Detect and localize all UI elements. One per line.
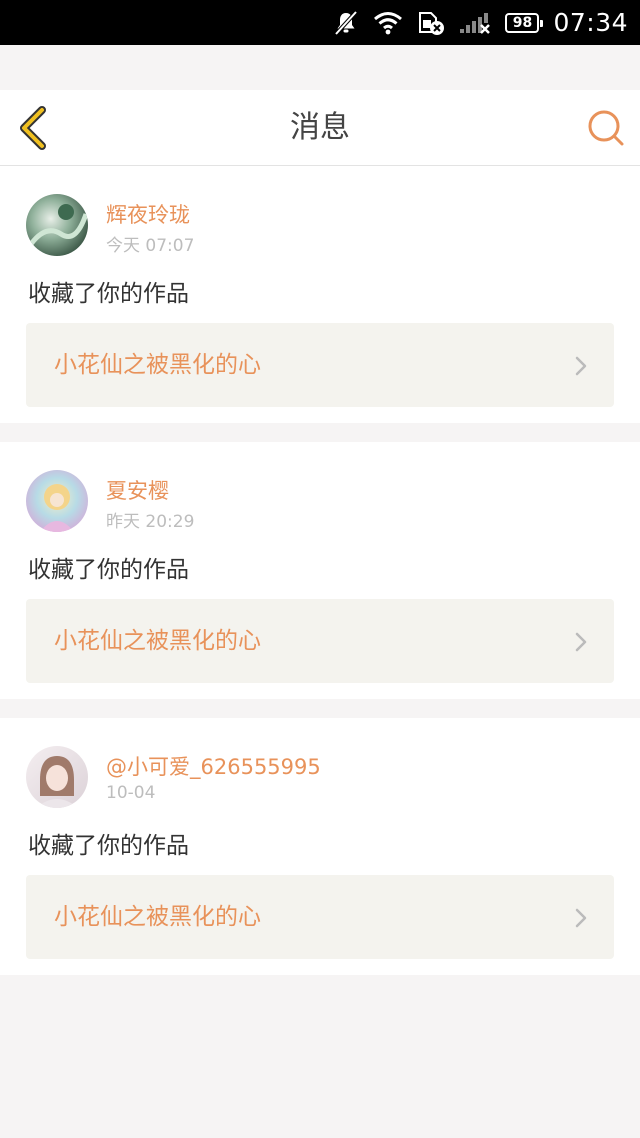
work-title: 小花仙之被黑化的心: [54, 904, 261, 930]
status-bar: 98 07:34: [0, 0, 640, 45]
action-text: 收藏了你的作品: [28, 557, 189, 583]
work-link[interactable]: 小花仙之被黑化的心: [26, 323, 614, 407]
work-title: 小花仙之被黑化的心: [54, 628, 261, 654]
work-link[interactable]: 小花仙之被黑化的心: [26, 875, 614, 959]
notifications-muted-icon: [333, 10, 359, 36]
timestamp: 10-04: [106, 783, 156, 803]
signal-icon: [459, 11, 491, 35]
work-link[interactable]: 小花仙之被黑化的心: [26, 599, 614, 683]
message-card: @小可爱_626555995 10-04 收藏了你的作品 小花仙之被黑化的心: [0, 718, 640, 975]
search-button[interactable]: [586, 108, 626, 148]
username[interactable]: 夏安樱: [106, 475, 169, 505]
status-icons: 98 07:34: [333, 0, 628, 45]
wifi-icon: [373, 11, 403, 35]
timestamp: 今天 07:07: [106, 236, 195, 256]
timestamp: 昨天 20:29: [106, 512, 195, 532]
username[interactable]: @小可爱_626555995: [106, 751, 321, 781]
action-text: 收藏了你的作品: [28, 281, 189, 307]
avatar[interactable]: [26, 746, 88, 808]
sim-card-icon: [417, 10, 445, 36]
avatar[interactable]: [26, 470, 88, 532]
header: 消息: [0, 90, 640, 166]
avatar[interactable]: [26, 194, 88, 256]
work-title: 小花仙之被黑化的心: [54, 352, 261, 378]
page-title: 消息: [290, 110, 350, 145]
message-card: 辉夜玲珑 今天 07:07 收藏了你的作品 小花仙之被黑化的心: [0, 166, 640, 423]
chevron-right-icon: [575, 908, 587, 928]
message-card: 夏安樱 昨天 20:29 收藏了你的作品 小花仙之被黑化的心: [0, 442, 640, 699]
search-icon: [588, 110, 624, 146]
action-text: 收藏了你的作品: [28, 833, 189, 859]
chevron-right-icon: [575, 356, 587, 376]
clock: 07:34: [553, 8, 628, 37]
username[interactable]: 辉夜玲珑: [106, 199, 190, 229]
chevron-right-icon: [575, 632, 587, 652]
battery-icon: 98: [505, 12, 544, 33]
